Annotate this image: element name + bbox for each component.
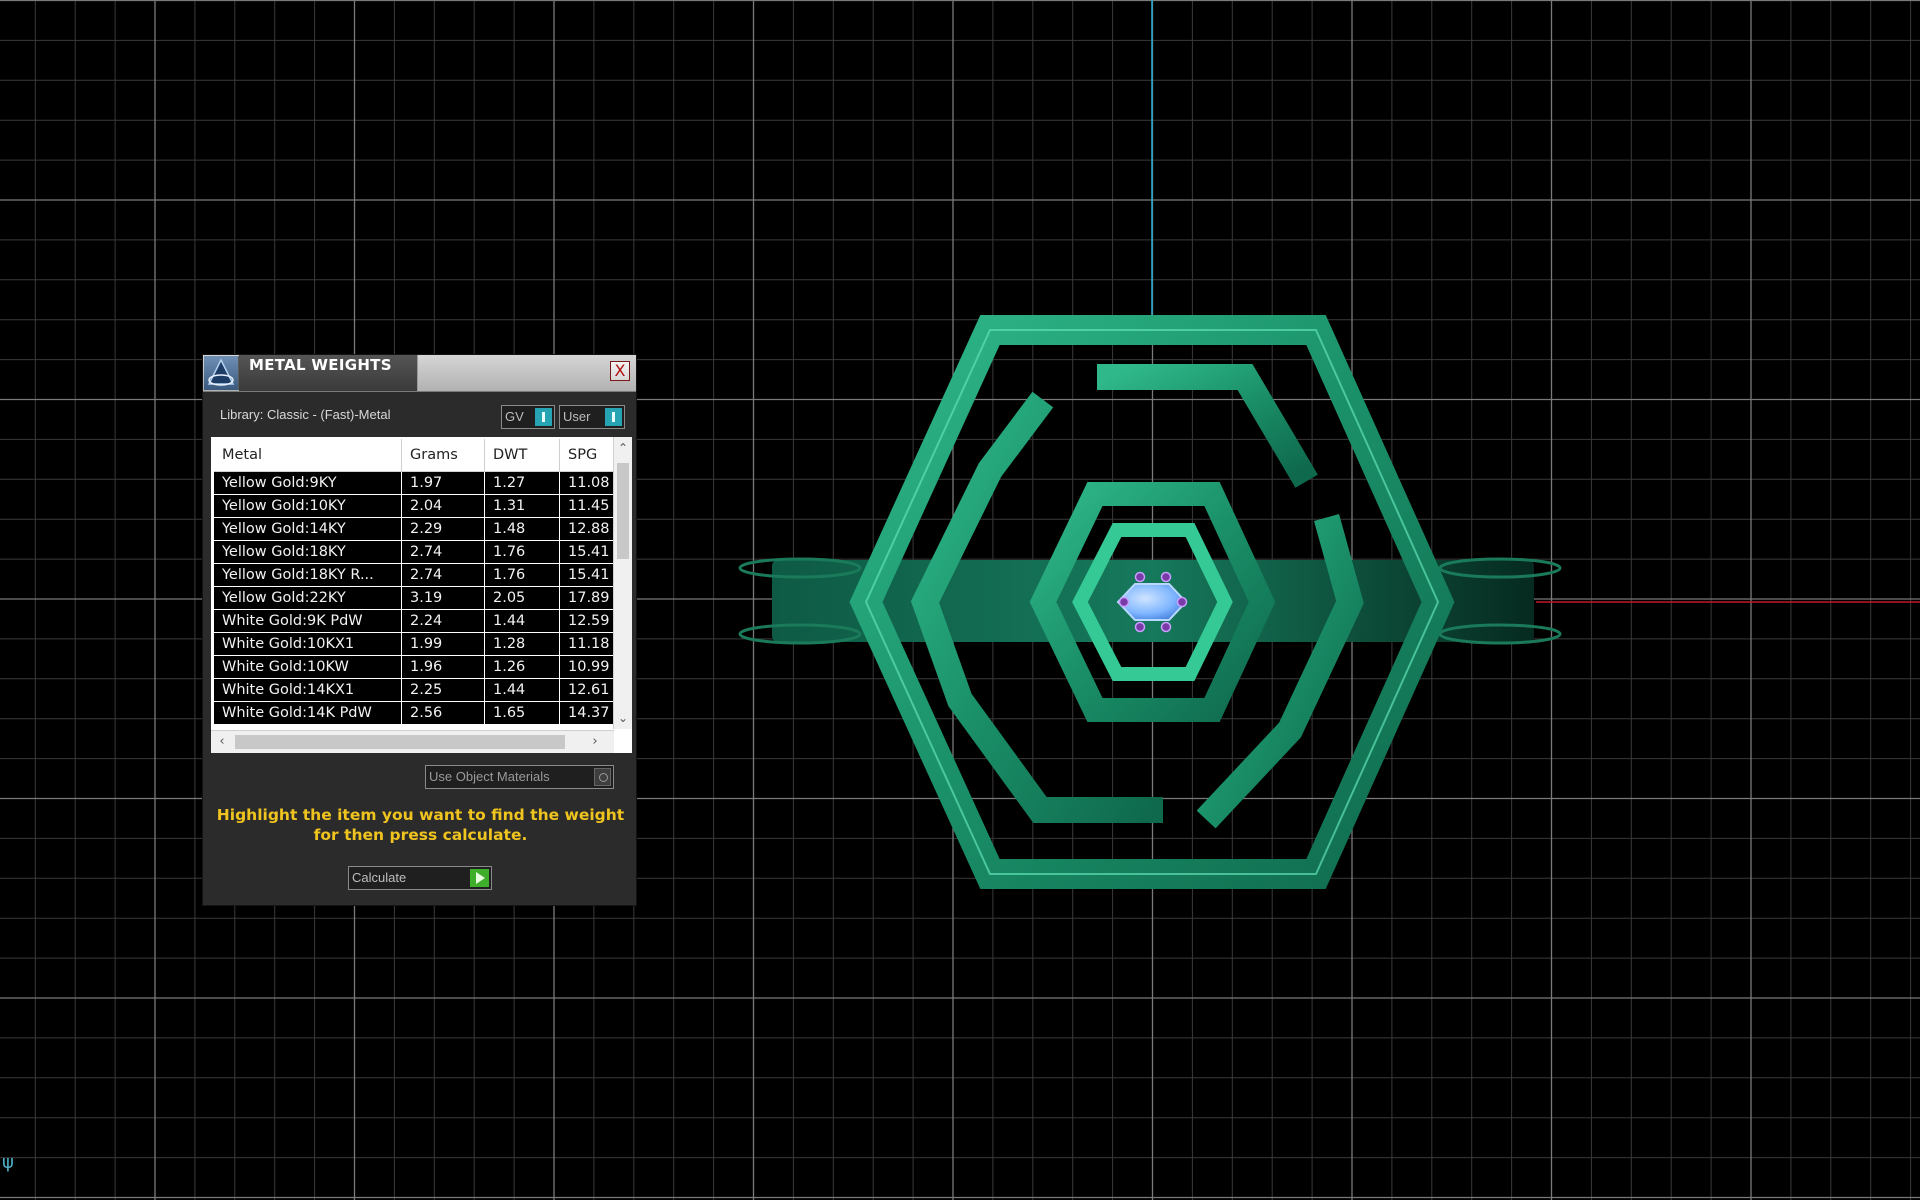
use-object-materials-label: Use Object Materials bbox=[429, 769, 550, 784]
metal-weights-dialog: METAL WEIGHTS X Library: Classic - (Fast… bbox=[202, 354, 637, 906]
cell-grams: 2.25 bbox=[401, 678, 485, 702]
dialog-titlebar[interactable]: METAL WEIGHTS X bbox=[203, 355, 636, 392]
scroll-left-icon[interactable]: ‹ bbox=[213, 731, 231, 753]
table-row[interactable]: Yellow Gold:9KY 1.97 1.27 11.08 bbox=[214, 471, 615, 495]
column-header-metal[interactable]: Metal bbox=[214, 439, 402, 472]
cell-spg: 12.59 bbox=[559, 609, 615, 633]
cell-spg: 12.61 bbox=[559, 678, 615, 702]
cell-spg: 17.89 bbox=[559, 586, 615, 610]
gv-toggle[interactable]: GV bbox=[501, 405, 555, 429]
column-header-spg[interactable]: SPG bbox=[559, 439, 615, 472]
table-row[interactable]: Yellow Gold:10KY 2.04 1.31 11.45 bbox=[214, 494, 615, 518]
table-row[interactable]: Yellow Gold:14KY 2.29 1.48 12.88 bbox=[214, 517, 615, 541]
cell-grams: 1.97 bbox=[401, 471, 485, 495]
cell-metal: White Gold:10KW bbox=[214, 655, 402, 679]
close-icon: X bbox=[614, 361, 626, 380]
cell-grams: 1.99 bbox=[401, 632, 485, 656]
cell-metal: Yellow Gold:10KY bbox=[214, 494, 402, 518]
cell-metal: Yellow Gold:9KY bbox=[214, 471, 402, 495]
cell-spg: 14.37 bbox=[559, 701, 615, 725]
cell-dwt: 1.48 bbox=[484, 517, 560, 541]
table-row[interactable]: White Gold:14KX1 2.25 1.44 12.61 bbox=[214, 678, 615, 702]
horizontal-scrollbar[interactable]: ‹ › bbox=[211, 730, 614, 753]
cell-grams: 2.74 bbox=[401, 540, 485, 564]
metal-table-frame: Metal Grams DWT SPG Yellow Gold:9KY 1.97 1… bbox=[211, 437, 632, 753]
cell-grams: 3.19 bbox=[401, 586, 485, 610]
cell-metal: Yellow Gold:22KY bbox=[214, 586, 402, 610]
library-label: Library: Classic - (Fast)-Metal bbox=[220, 407, 391, 422]
cell-grams: 1.96 bbox=[401, 655, 485, 679]
cell-dwt: 1.31 bbox=[484, 494, 560, 518]
cell-metal: White Gold:14KX1 bbox=[214, 678, 402, 702]
axis-icon: ψ bbox=[2, 1152, 14, 1173]
table-row[interactable]: White Gold:9K PdW 2.24 1.44 12.59 bbox=[214, 609, 615, 633]
checkbox-icon[interactable] bbox=[594, 768, 611, 786]
toggle-switch-icon bbox=[605, 408, 622, 426]
user-toggle-label: User bbox=[563, 409, 591, 424]
cell-spg: 11.18 bbox=[559, 632, 615, 656]
cell-spg: 12.88 bbox=[559, 517, 615, 541]
cell-dwt: 2.05 bbox=[484, 586, 560, 610]
scroll-up-icon[interactable]: ⌃ bbox=[614, 439, 632, 457]
calculate-label: Calculate bbox=[352, 870, 407, 885]
table-row[interactable]: Yellow Gold:22KY 3.19 2.05 17.89 bbox=[214, 586, 615, 610]
cell-metal: Yellow Gold:18KY R... bbox=[214, 563, 402, 587]
cell-spg: 15.41 bbox=[559, 563, 615, 587]
user-toggle[interactable]: User bbox=[559, 405, 625, 429]
close-button[interactable]: X bbox=[610, 361, 630, 381]
dialog-title: METAL WEIGHTS bbox=[249, 356, 392, 374]
table-row[interactable]: Yellow Gold:18KY R... 2.74 1.76 15.41 bbox=[214, 563, 615, 587]
scroll-thumb[interactable] bbox=[235, 735, 565, 749]
cell-grams: 2.29 bbox=[401, 517, 485, 541]
metal-table: Metal Grams DWT SPG Yellow Gold:9KY 1.97 1… bbox=[214, 439, 615, 725]
cell-spg: 11.08 bbox=[559, 471, 615, 495]
cell-dwt: 1.76 bbox=[484, 563, 560, 587]
instruction-text: Highlight the item you want to find the … bbox=[216, 806, 625, 844]
cell-metal: Yellow Gold:18KY bbox=[214, 540, 402, 564]
cell-metal: White Gold:14K PdW bbox=[214, 701, 402, 725]
cell-dwt: 1.27 bbox=[484, 471, 560, 495]
dialog-title-tab: METAL WEIGHTS bbox=[239, 355, 418, 391]
cell-dwt: 1.44 bbox=[484, 609, 560, 633]
app-logo-icon bbox=[204, 356, 239, 390]
cell-metal: White Gold:9K PdW bbox=[214, 609, 402, 633]
play-icon bbox=[470, 869, 489, 887]
toggle-switch-icon bbox=[535, 408, 552, 426]
calculate-button[interactable]: Calculate bbox=[348, 866, 492, 890]
table-row[interactable]: White Gold:10KW 1.96 1.26 10.99 bbox=[214, 655, 615, 679]
table-row[interactable]: White Gold:14K PdW 2.56 1.65 14.37 bbox=[214, 701, 615, 725]
cell-metal: White Gold:10KX1 bbox=[214, 632, 402, 656]
cell-spg: 15.41 bbox=[559, 540, 615, 564]
column-header-dwt[interactable]: DWT bbox=[484, 439, 560, 472]
table-row[interactable]: Yellow Gold:18KY 2.74 1.76 15.41 bbox=[214, 540, 615, 564]
table-row[interactable]: White Gold:10KX1 1.99 1.28 11.18 bbox=[214, 632, 615, 656]
gv-toggle-label: GV bbox=[505, 409, 524, 424]
table-header-row: Metal Grams DWT SPG bbox=[214, 439, 615, 472]
scroll-thumb[interactable] bbox=[617, 463, 629, 559]
column-header-grams[interactable]: Grams bbox=[401, 439, 485, 472]
cell-dwt: 1.65 bbox=[484, 701, 560, 725]
cell-dwt: 1.44 bbox=[484, 678, 560, 702]
cell-dwt: 1.76 bbox=[484, 540, 560, 564]
vertical-scrollbar[interactable]: ⌃ ⌄ bbox=[613, 437, 632, 729]
cell-grams: 2.04 bbox=[401, 494, 485, 518]
cell-dwt: 1.26 bbox=[484, 655, 560, 679]
scroll-down-icon[interactable]: ⌄ bbox=[614, 709, 632, 727]
cell-grams: 2.56 bbox=[401, 701, 485, 725]
cell-grams: 2.74 bbox=[401, 563, 485, 587]
cell-spg: 11.45 bbox=[559, 494, 615, 518]
use-object-materials-checkbox[interactable]: Use Object Materials bbox=[425, 765, 614, 789]
cell-metal: Yellow Gold:14KY bbox=[214, 517, 402, 541]
scroll-right-icon[interactable]: › bbox=[586, 731, 604, 753]
cell-grams: 2.24 bbox=[401, 609, 485, 633]
cell-dwt: 1.28 bbox=[484, 632, 560, 656]
cell-spg: 10.99 bbox=[559, 655, 615, 679]
